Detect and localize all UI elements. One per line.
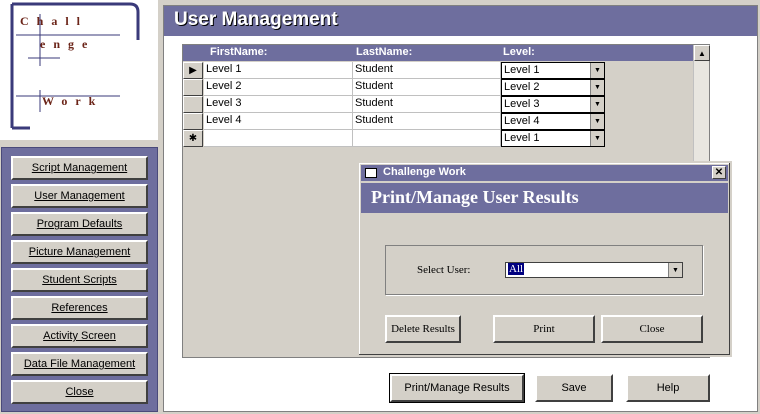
level-combo[interactable]: Level 3 ▼ — [501, 96, 605, 113]
dialog-close-icon[interactable]: ✕ — [712, 166, 726, 179]
menu-close-button[interactable]: Close — [11, 380, 148, 404]
delete-results-button[interactable]: Delete Results — [385, 315, 461, 343]
level-value: Level 4 — [504, 115, 540, 127]
level-combo[interactable]: Level 1 ▼ — [501, 130, 605, 147]
firstname-cell[interactable]: Level 1 — [204, 62, 353, 79]
level-combo[interactable]: Level 2 ▼ — [501, 79, 605, 96]
page-title: User Management — [164, 6, 757, 36]
student-scripts-button[interactable]: Student Scripts — [11, 268, 148, 292]
grid-header: FirstName: LastName: Level: — [183, 45, 693, 61]
user-management-button[interactable]: User Management — [11, 184, 148, 208]
dropdown-arrow-icon[interactable]: ▼ — [590, 80, 604, 95]
dialog-window-title: Challenge Work — [383, 166, 466, 178]
dropdown-arrow-icon[interactable]: ▼ — [590, 97, 604, 112]
record-selector[interactable]: ▶ — [183, 62, 203, 79]
new-record-row[interactable]: ✱ Level 1 ▼ — [183, 130, 693, 147]
dialog-print-button[interactable]: Print — [493, 315, 595, 343]
record-selector[interactable] — [183, 96, 203, 113]
data-file-management-button[interactable]: Data File Management — [11, 352, 148, 376]
print-manage-results-button[interactable]: Print/Manage Results — [389, 373, 525, 403]
select-user-label: Select User: — [417, 264, 471, 276]
dropdown-arrow-icon[interactable]: ▼ — [590, 131, 604, 146]
level-value: Level 1 — [504, 132, 540, 144]
firstname-cell[interactable]: Level 3 — [204, 96, 353, 113]
column-header-firstname: FirstName: — [210, 46, 268, 58]
logo-line-1: Chall — [20, 14, 89, 28]
logo-line-2: enge — [40, 37, 96, 51]
lastname-cell[interactable]: Student — [353, 96, 501, 113]
lastname-cell[interactable]: Student — [353, 113, 501, 130]
dropdown-arrow-icon[interactable]: ▼ — [668, 263, 682, 277]
script-management-button[interactable]: Script Management — [11, 156, 148, 180]
lastname-cell[interactable]: Student — [353, 79, 501, 96]
picture-management-button[interactable]: Picture Management — [11, 240, 148, 264]
level-value: Level 1 — [504, 64, 540, 76]
dropdown-arrow-icon[interactable]: ▼ — [590, 114, 604, 129]
references-button[interactable]: References — [11, 296, 148, 320]
select-user-combo[interactable]: All ▼ — [505, 262, 683, 278]
firstname-cell[interactable]: Level 2 — [204, 79, 353, 96]
column-header-lastname: LastName: — [356, 46, 413, 58]
column-header-level: Level: — [503, 46, 535, 58]
level-value: Level 3 — [504, 98, 540, 110]
lastname-cell[interactable]: Student — [353, 62, 501, 79]
table-row[interactable]: Level 3 Student Level 3 ▼ — [183, 96, 693, 113]
table-row[interactable]: ▶ Level 1 Student Level 1 ▼ — [183, 62, 693, 79]
scroll-up-icon[interactable]: ▲ — [694, 45, 710, 61]
record-selector[interactable] — [183, 113, 203, 130]
new-record-selector[interactable]: ✱ — [183, 130, 203, 147]
dialog-header: Print/Manage User Results — [361, 183, 728, 213]
table-row[interactable]: Level 4 Student Level 4 ▼ — [183, 113, 693, 130]
record-selector[interactable] — [183, 79, 203, 96]
app-window-icon — [365, 168, 377, 178]
challenge-work-logo: Chall enge Work — [0, 0, 158, 140]
table-row[interactable]: Level 2 Student Level 2 ▼ — [183, 79, 693, 96]
firstname-cell[interactable]: Level 4 — [204, 113, 353, 130]
dropdown-arrow-icon[interactable]: ▼ — [590, 63, 604, 78]
print-manage-dialog: Challenge Work ✕ Print/Manage User Resul… — [357, 161, 732, 357]
level-combo[interactable]: Level 4 ▼ — [501, 113, 605, 130]
firstname-cell[interactable] — [204, 130, 353, 147]
dialog-close-button[interactable]: Close — [601, 315, 703, 343]
level-combo[interactable]: Level 1 ▼ — [501, 62, 605, 79]
sidebar-menu: Script Management User Management Progra… — [1, 147, 158, 412]
program-defaults-button[interactable]: Program Defaults — [11, 212, 148, 236]
lastname-cell[interactable] — [353, 130, 501, 147]
activity-screen-button[interactable]: Activity Screen — [11, 324, 148, 348]
dialog-title-bar[interactable]: Challenge Work ✕ — [361, 165, 728, 181]
logo-line-3: Work — [42, 94, 104, 108]
help-button[interactable]: Help — [626, 374, 710, 402]
level-value: Level 2 — [504, 81, 540, 93]
save-button[interactable]: Save — [535, 374, 613, 402]
select-user-value: All — [508, 263, 525, 275]
